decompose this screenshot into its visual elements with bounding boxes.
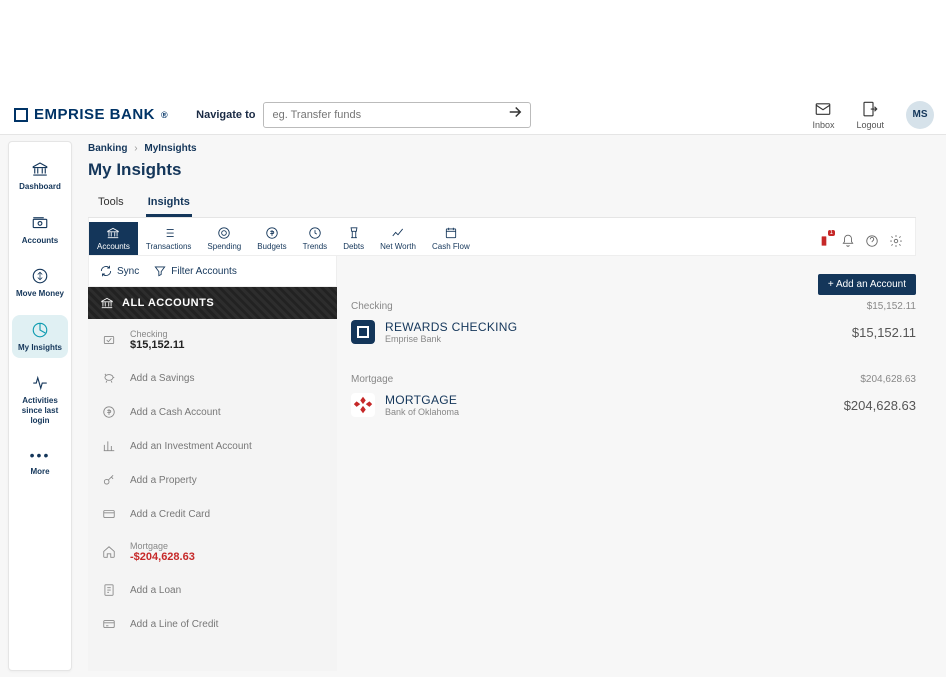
nav-accounts[interactable]: Accounts xyxy=(12,208,68,252)
breadcrumb: Banking › MyInsights xyxy=(88,143,916,154)
nav-move-money[interactable]: Move Money xyxy=(12,261,68,305)
side-add-cash[interactable]: Add a Cash Account xyxy=(88,395,337,429)
emprise-logo-icon xyxy=(351,320,375,344)
nav-more[interactable]: ••• More xyxy=(12,441,68,483)
page-title: My Insights xyxy=(88,160,916,180)
logout-icon xyxy=(861,100,879,118)
tb-cashflow[interactable]: Cash Flow xyxy=(424,222,478,255)
all-accounts-header[interactable]: ALL ACCOUNTS xyxy=(88,287,337,319)
key-icon xyxy=(102,473,116,487)
crumb-banking[interactable]: Banking xyxy=(88,143,127,154)
logo-text: EMPRISE BANK xyxy=(34,106,155,123)
side-add-investment[interactable]: Add an Investment Account xyxy=(88,429,337,463)
clock-icon xyxy=(308,226,322,240)
bok-logo-icon xyxy=(351,393,375,417)
loan-icon xyxy=(102,583,116,597)
calendar-icon xyxy=(444,226,458,240)
home-icon xyxy=(102,545,116,559)
add-account-button[interactable]: + Add an Account xyxy=(818,274,916,295)
bank-icon xyxy=(31,160,49,178)
category-checking-header: Checking $15,152.11 xyxy=(351,301,916,312)
side-mortgage[interactable]: Mortgage -$204,628.63 xyxy=(88,531,337,573)
navigate-to-label: Navigate to xyxy=(196,109,255,121)
cash-icon xyxy=(102,405,116,419)
check-icon xyxy=(102,333,116,347)
target-icon xyxy=(217,226,231,240)
account-mortgage[interactable]: MORTGAGE Bank of Oklahoma $204,628.63 xyxy=(351,389,916,433)
alerts-icon[interactable]: 1 xyxy=(817,234,831,251)
side-add-credit[interactable]: Add a Credit Card xyxy=(88,497,337,531)
tb-debts[interactable]: Debts xyxy=(335,222,372,255)
insights-toolbar: Accounts Transactions Spending Budgets T… xyxy=(88,218,916,256)
filter-icon xyxy=(153,264,167,278)
avatar[interactable]: MS xyxy=(906,101,934,129)
side-checking[interactable]: Checking $15,152.11 xyxy=(88,319,337,361)
bank-icon xyxy=(100,296,114,310)
side-add-line[interactable]: Add a Line of Credit xyxy=(88,607,337,641)
logo-mark-icon xyxy=(14,108,28,122)
activity-icon xyxy=(31,374,49,392)
logout-label: Logout xyxy=(856,120,884,130)
chevron-right-icon: › xyxy=(134,143,137,154)
logout-button[interactable]: Logout xyxy=(856,100,884,130)
tab-insights[interactable]: Insights xyxy=(146,190,192,217)
networth-icon xyxy=(391,226,405,240)
side-account-list: Checking $15,152.11 Add a Savings Add a … xyxy=(88,319,337,671)
envelope-icon xyxy=(814,100,832,118)
tb-trends[interactable]: Trends xyxy=(295,222,336,255)
debt-icon xyxy=(347,226,361,240)
account-rewards-checking[interactable]: REWARDS CHECKING Emprise Bank $15,152.11 xyxy=(351,316,916,360)
tab-tools[interactable]: Tools xyxy=(96,190,126,217)
money-icon xyxy=(31,214,49,232)
arrow-right-icon[interactable] xyxy=(506,103,524,126)
help-icon[interactable] xyxy=(865,234,879,251)
nav-my-insights[interactable]: My Insights xyxy=(12,315,68,359)
left-nav: Dashboard Accounts Move Money My Insight… xyxy=(8,141,72,671)
header-bar: EMPRISE BANK® Navigate to Inbox Logout M… xyxy=(0,95,946,135)
crumb-myinsights[interactable]: MyInsights xyxy=(144,143,196,154)
nav-dashboard[interactable]: Dashboard xyxy=(12,154,68,198)
tb-spending[interactable]: Spending xyxy=(199,222,249,255)
piggy-icon xyxy=(102,371,116,385)
main-tabs: Tools Insights xyxy=(88,190,916,218)
category-mortgage-header: Mortgage $204,628.63 xyxy=(351,374,916,385)
dots-icon: ••• xyxy=(30,447,51,463)
gear-icon[interactable] xyxy=(889,234,903,251)
inbox-button[interactable]: Inbox xyxy=(812,100,834,130)
card-icon xyxy=(102,507,116,521)
budget-icon xyxy=(265,226,279,240)
side-add-loan[interactable]: Add a Loan xyxy=(88,573,337,607)
logo[interactable]: EMPRISE BANK® xyxy=(14,106,168,123)
side-actions: Sync Filter Accounts xyxy=(88,256,337,287)
side-add-savings[interactable]: Add a Savings xyxy=(88,361,337,395)
transfer-icon xyxy=(31,267,49,285)
side-add-property[interactable]: Add a Property xyxy=(88,463,337,497)
search-input[interactable] xyxy=(264,104,506,126)
sync-icon xyxy=(99,264,113,278)
filter-button[interactable]: Filter Accounts xyxy=(153,264,237,278)
sync-button[interactable]: Sync xyxy=(99,264,139,278)
tb-budgets[interactable]: Budgets xyxy=(249,222,294,255)
bell-icon[interactable] xyxy=(841,234,855,251)
search-box[interactable] xyxy=(263,102,531,128)
pie-icon xyxy=(31,321,49,339)
card-icon xyxy=(102,617,116,631)
tb-transactions[interactable]: Transactions xyxy=(138,222,200,255)
bank-icon xyxy=(106,226,120,240)
nav-activities[interactable]: Activities since last login xyxy=(12,368,68,431)
inbox-label: Inbox xyxy=(812,120,834,130)
tb-networth[interactable]: Net Worth xyxy=(372,222,424,255)
list-icon xyxy=(162,226,176,240)
chart-icon xyxy=(102,439,116,453)
tb-accounts[interactable]: Accounts xyxy=(89,222,138,255)
